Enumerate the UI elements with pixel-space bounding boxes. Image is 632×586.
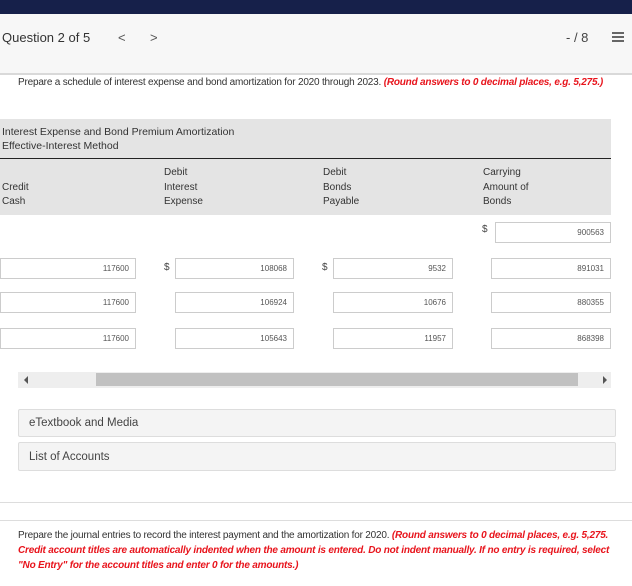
interest-input[interactable]: 106924 xyxy=(175,292,294,313)
scroll-right-icon[interactable] xyxy=(603,376,607,384)
interest-input[interactable]: 108068 xyxy=(175,258,294,279)
prev-question-button[interactable]: < xyxy=(118,30,126,45)
score: - / 8 xyxy=(566,30,589,45)
cash-input[interactable]: 117600 xyxy=(0,328,136,349)
top-bar xyxy=(0,0,632,14)
divider xyxy=(0,158,611,159)
col-header-line: Payable xyxy=(323,196,360,207)
carrying-input[interactable]: 868398 xyxy=(491,328,611,349)
cash-input[interactable]: 117600 xyxy=(0,292,136,313)
list-icon[interactable] xyxy=(612,32,624,43)
cash-input[interactable]: 117600 xyxy=(0,258,136,279)
divider xyxy=(0,520,632,521)
next-question-button[interactable]: > xyxy=(150,30,158,45)
bonds-input[interactable]: 10676 xyxy=(333,292,453,313)
initial-carrying-input[interactable]: 900563 xyxy=(495,222,611,243)
instruction-schedule: Prepare a schedule of interest expense a… xyxy=(18,75,618,90)
col-header-line: Amount of xyxy=(483,181,529,193)
col-header-carrying: Carrying Amount of Bonds xyxy=(483,166,529,210)
list-of-accounts-panel[interactable]: List of Accounts xyxy=(18,442,616,471)
currency-symbol: $ xyxy=(482,224,488,235)
col-header-line: Bonds xyxy=(483,196,512,207)
scroll-left-icon[interactable] xyxy=(24,376,28,384)
scrollbar-thumb[interactable] xyxy=(96,373,578,386)
col-header-line: Credit xyxy=(2,181,29,193)
etextbook-panel[interactable]: eTextbook and Media xyxy=(18,409,616,437)
currency-symbol: $ xyxy=(322,262,328,273)
col-header-interest: Debit Interest Expense xyxy=(164,166,203,210)
col-header-cash: Credit Cash xyxy=(2,166,62,210)
question-header xyxy=(0,14,632,75)
table-title: Interest Expense and Bond Premium Amorti… xyxy=(2,126,235,138)
table-subtitle: Effective-Interest Method xyxy=(2,140,119,152)
bonds-input[interactable]: 9532 xyxy=(333,258,453,279)
interest-input[interactable]: 105643 xyxy=(175,328,294,349)
col-header-line xyxy=(2,166,62,181)
carrying-input[interactable]: 891031 xyxy=(491,258,611,279)
col-header-line: Cash xyxy=(2,196,26,207)
carrying-input[interactable]: 880355 xyxy=(491,292,611,313)
instruction-note: (Round answers to 0 decimal places, e.g.… xyxy=(383,77,604,88)
instruction-text: Prepare the journal entries to record th… xyxy=(18,530,392,541)
col-header-line: Carrying xyxy=(483,167,521,178)
instruction-text: Prepare a schedule of interest expense a… xyxy=(18,77,384,88)
instruction-journal: Prepare the journal entries to record th… xyxy=(18,528,618,573)
col-header-line: Bonds xyxy=(323,181,352,193)
col-header-line: Expense xyxy=(164,196,203,207)
bonds-input[interactable]: 11957 xyxy=(333,328,453,349)
divider xyxy=(0,502,632,503)
question-label: Question 2 of 5 xyxy=(2,30,91,45)
col-header-line: Debit xyxy=(164,167,188,178)
col-header-line: Interest xyxy=(164,181,198,193)
col-header-bonds: Debit Bonds Payable xyxy=(323,166,359,210)
col-header-line: Debit xyxy=(323,167,347,178)
currency-symbol: $ xyxy=(164,262,170,273)
